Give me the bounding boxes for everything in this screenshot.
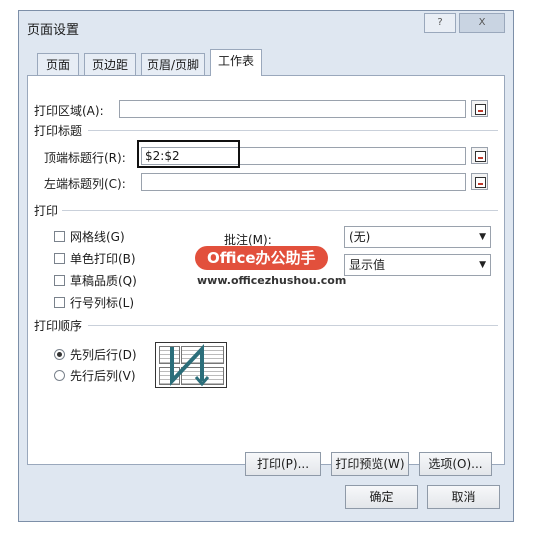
gridlines-label: 网格线(G) [70, 230, 125, 244]
title-cols-collapse-icon[interactable] [471, 173, 488, 190]
page-order-arrow-icon [170, 343, 210, 387]
title-cols-label: 左端标题列(C): [44, 177, 126, 191]
draft-label: 草稿品质(Q) [70, 274, 137, 288]
print-preview-button[interactable]: 打印预览(W) [331, 452, 409, 476]
print-area-label: 打印区域(A): [34, 104, 104, 118]
print-section: 打印 [34, 202, 63, 219]
close-button[interactable]: X [459, 13, 505, 33]
headings-label: 行号列标(L) [70, 296, 135, 310]
tab-margins[interactable]: 页边距 [84, 53, 136, 75]
chevron-down-icon: ▼ [479, 232, 486, 242]
ok-button[interactable]: 确定 [345, 485, 418, 509]
down-then-over-label: 先列后行(D) [70, 348, 137, 362]
title-bar: 页面设置 ? X [19, 11, 513, 41]
chevron-down-icon: ▼ [479, 260, 486, 270]
page-order-divider [88, 325, 498, 326]
errors-value: 显示值 [349, 258, 386, 272]
comments-select[interactable]: (无) ▼ [344, 226, 491, 248]
sheet-panel: 打印区域(A): 打印标题 顶端标题行(R): $2:$2 左端标题列(C): … [27, 75, 505, 476]
title-rows-label: 顶端标题行(R): [44, 151, 126, 165]
options-button[interactable]: 选项(O)... [419, 452, 492, 476]
dialog-title: 页面设置 [27, 23, 80, 38]
page-order-preview [155, 342, 227, 388]
tab-page[interactable]: 页面 [37, 53, 79, 75]
title-cols-input[interactable] [141, 173, 466, 191]
mono-checkbox[interactable] [54, 253, 65, 264]
print-button[interactable]: 打印(P)... [245, 452, 321, 476]
highlight-box [137, 140, 240, 168]
gridlines-checkbox[interactable] [54, 231, 65, 242]
print-titles-section: 打印标题 [34, 122, 87, 139]
watermark-badge: Office办公助手 [195, 246, 328, 270]
print-divider [62, 210, 498, 211]
print-area-collapse-icon[interactable] [471, 100, 488, 117]
mono-label: 单色打印(B) [70, 252, 136, 266]
over-then-down-label: 先行后列(V) [70, 369, 136, 383]
watermark-url: www.officezhushou.com [197, 274, 347, 287]
title-rows-collapse-icon[interactable] [471, 147, 488, 164]
comments-value: (无) [349, 230, 371, 244]
headings-checkbox[interactable] [54, 297, 65, 308]
page-order-section: 打印顺序 [34, 317, 87, 334]
over-then-down-radio[interactable] [54, 370, 65, 381]
help-button[interactable]: ? [424, 13, 456, 33]
tab-header-footer[interactable]: 页眉/页脚 [141, 53, 205, 75]
down-then-over-radio[interactable] [54, 349, 65, 360]
errors-select[interactable]: 显示值 ▼ [344, 254, 491, 276]
cancel-button[interactable]: 取消 [427, 485, 500, 509]
print-titles-divider [88, 130, 498, 131]
print-area-input[interactable] [119, 100, 466, 118]
draft-checkbox[interactable] [54, 275, 65, 286]
tab-sheet[interactable]: 工作表 [210, 49, 262, 76]
